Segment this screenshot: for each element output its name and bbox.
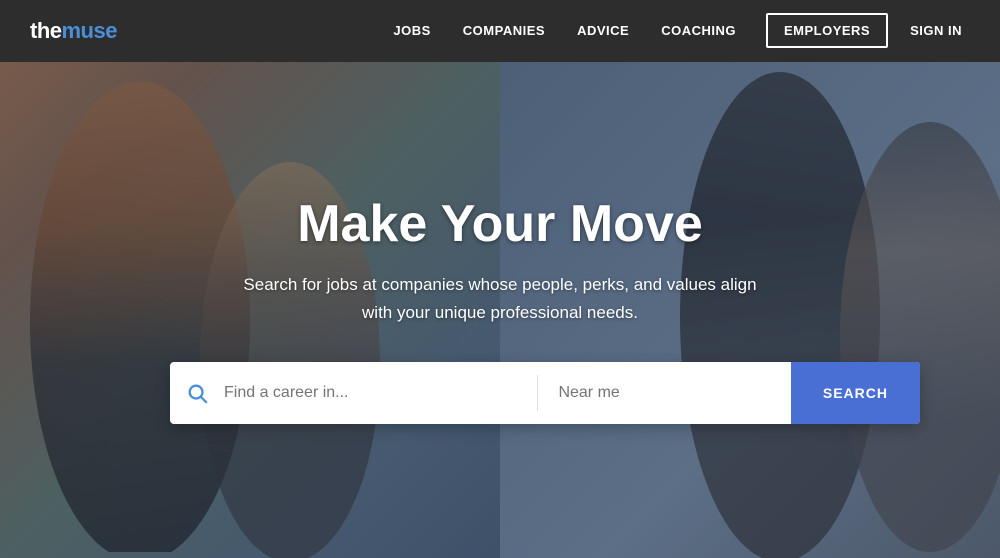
nav-link-signin[interactable]: SIGN IN [902, 23, 970, 38]
nav-item-employers[interactable]: EMPLOYERS [752, 22, 902, 40]
nav-item-jobs[interactable]: JOBS [377, 22, 446, 40]
hero-title: Make Your Move [170, 196, 830, 253]
nav-item-advice[interactable]: ADVICE [561, 22, 645, 40]
nav-link-employers[interactable]: EMPLOYERS [766, 13, 888, 48]
logo-the: the [30, 18, 62, 44]
navbar: themuse JOBS COMPANIES ADVICE COACHING E… [0, 0, 1000, 62]
nav-link-coaching[interactable]: COACHING [645, 23, 752, 38]
logo[interactable]: themuse [30, 18, 117, 44]
nav-links: JOBS COMPANIES ADVICE COACHING EMPLOYERS… [377, 22, 970, 40]
nav-item-coaching[interactable]: COACHING [645, 22, 752, 40]
location-search-input[interactable] [538, 362, 790, 424]
search-bar: SEARCH [170, 362, 920, 424]
career-search-input[interactable] [224, 362, 537, 424]
hero-content: Make Your Move Search for jobs at compan… [150, 196, 850, 424]
hero-subtitle: Search for jobs at companies whose peopl… [240, 271, 760, 325]
hero-section: Make Your Move Search for jobs at compan… [0, 62, 1000, 558]
nav-link-companies[interactable]: COMPANIES [447, 23, 561, 38]
search-button[interactable]: SEARCH [791, 362, 920, 424]
nav-item-signin[interactable]: SIGN IN [902, 22, 970, 40]
search-icon [170, 382, 224, 404]
nav-item-companies[interactable]: COMPANIES [447, 22, 561, 40]
nav-link-advice[interactable]: ADVICE [561, 23, 645, 38]
nav-link-jobs[interactable]: JOBS [377, 23, 446, 38]
logo-muse: muse [62, 18, 117, 44]
